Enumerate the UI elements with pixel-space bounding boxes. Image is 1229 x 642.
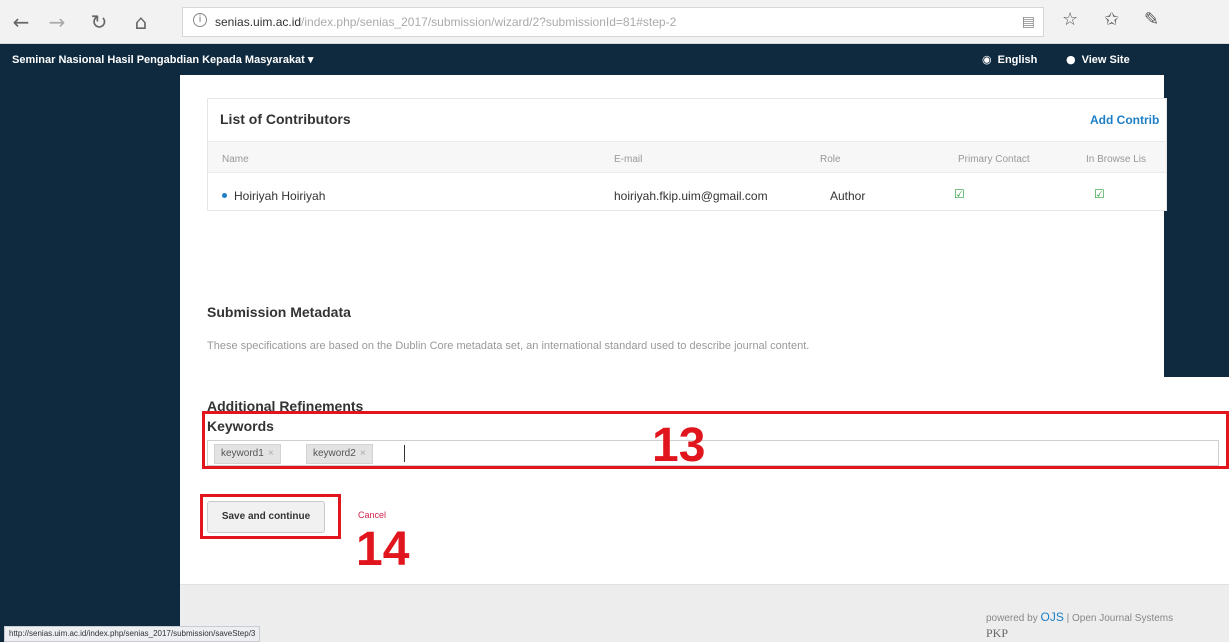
annotation-number-14: 14 [356,523,410,576]
app-header: Seminar Nasional Hasil Pengabdian Kepada… [0,44,1229,75]
journal-selector[interactable]: Seminar Nasional Hasil Pengabdian Kepada… [12,53,313,66]
favorite-star-icon[interactable]: ☆ [1062,9,1078,30]
add-contributor-link[interactable]: Add Contrib [1090,113,1159,127]
save-highlight-box [200,494,341,539]
reading-view-icon[interactable]: ▤ [1022,14,1035,30]
address-bar[interactable]: i senias.uim.ac.id/index.php/senias_2017… [182,7,1044,37]
notes-icon[interactable]: ✎ [1144,9,1159,30]
eye-icon: ● [1066,53,1076,66]
back-icon[interactable]: ← [8,9,34,35]
row-expand-bullet[interactable] [222,193,227,198]
left-sidebar [0,75,180,642]
forward-icon[interactable]: → [44,9,70,35]
contributor-name: Hoiriyah Hoiriyah [234,189,326,203]
page-root: ← → ↻ ⌂ i senias.uim.ac.id/index.php/sen… [0,0,1229,642]
globe-icon: ◉ [982,53,992,66]
submission-metadata-title: Submission Metadata [207,304,351,320]
favorites-hub-icon[interactable]: ✩ [1104,9,1119,30]
column-header-email: E-mail [614,154,643,165]
view-site-link[interactable]: ● View Site [1066,53,1130,66]
keywords-highlight-box [202,411,1229,469]
column-header-primary-contact: Primary Contact [958,154,1030,165]
primary-contact-check-icon: ☑ [954,187,965,201]
contributors-panel: List of Contributors Add Contrib Name E-… [207,98,1167,211]
status-bar-url: http://senias.uim.ac.id/index.php/senias… [4,626,261,642]
submission-metadata-description: These specifications are based on the Du… [207,340,810,352]
address-url: senias.uim.ac.id/index.php/senias_2017/s… [215,15,677,29]
column-header-role: Role [820,154,841,165]
language-link[interactable]: ◉ English [982,53,1037,66]
contributor-role: Author [830,189,866,203]
contributors-title: List of Contributors [220,111,351,127]
page-footer: powered by OJS | Open Journal Systems PK… [180,584,1229,642]
cancel-link[interactable]: Cancel [358,510,386,520]
powered-by-ojs: powered by OJS | Open Journal Systems [986,610,1174,624]
column-header-name: Name [222,154,249,165]
refresh-icon[interactable]: ↻ [86,9,112,35]
annotation-number-13: 13 [652,419,706,472]
browse-list-check-icon: ☑ [1094,187,1105,201]
contributors-header-row: Name E-mail Role Primary Contact In Brow… [208,141,1166,173]
right-panel [1164,75,1229,377]
info-icon[interactable]: i [193,13,207,27]
column-header-browse-list: In Browse Lis [1086,154,1147,165]
browser-toolbar: ← → ↻ ⌂ i senias.uim.ac.id/index.php/sen… [0,0,1229,44]
pkp-logo: PKP [986,626,1009,640]
contributor-email: hoiriyah.fkip.uim@gmail.com [614,189,768,203]
home-icon[interactable]: ⌂ [128,9,154,35]
